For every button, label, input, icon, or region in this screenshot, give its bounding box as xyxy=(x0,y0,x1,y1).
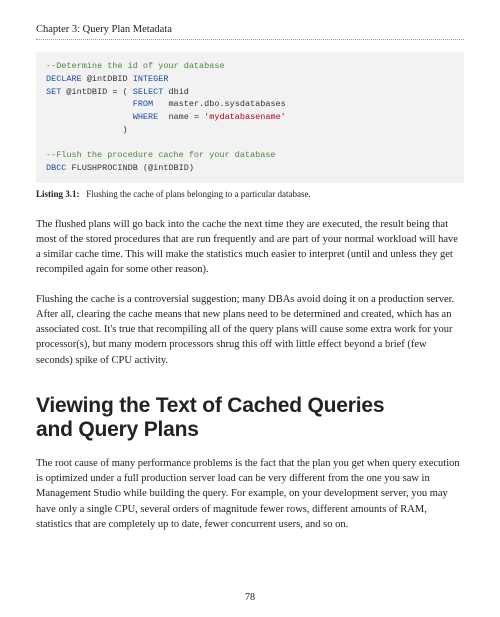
code-listing: --Determine the id of your database DECL… xyxy=(36,52,464,183)
code-keyword: DECLARE xyxy=(46,74,82,84)
code-keyword: FROM xyxy=(133,99,153,109)
code-paren: ( xyxy=(123,87,128,97)
code-var: @intDBID xyxy=(66,87,107,97)
listing-text: Flushing the cache of plans belonging to… xyxy=(86,189,310,199)
code-ident: dbid xyxy=(169,87,189,97)
chapter-header: Chapter 3: Query Plan Metadata xyxy=(36,24,464,40)
heading-line: Viewing the Text of Cached Queries xyxy=(36,394,384,417)
code-comment: --Determine the id of your database xyxy=(46,61,225,71)
code-keyword: SELECT xyxy=(133,87,164,97)
listing-caption: Listing 3.1: Flushing the cache of plans… xyxy=(36,189,464,199)
code-op: = xyxy=(112,87,117,97)
code-ident: FLUSHPROCINDB xyxy=(72,163,138,173)
code-keyword: DBCC xyxy=(46,163,66,173)
code-keyword: SET xyxy=(46,87,61,97)
body-paragraph: Flushing the cache is a controversial su… xyxy=(36,292,464,368)
code-var: @intDBID xyxy=(87,74,128,84)
heading-line: and Query Plans xyxy=(36,418,199,441)
code-paren: ) xyxy=(189,163,194,173)
code-op: = xyxy=(194,112,199,122)
listing-label: Listing 3.1: xyxy=(36,189,80,199)
body-paragraph: The flushed plans will go back into the … xyxy=(36,217,464,278)
page-number: 78 xyxy=(0,592,500,603)
code-string: 'mydatabasename' xyxy=(204,112,286,122)
code-var: @intDBID xyxy=(148,163,189,173)
code-ident: name xyxy=(168,112,188,122)
body-paragraph: The root cause of many performance probl… xyxy=(36,456,464,532)
code-paren: ) xyxy=(123,125,128,135)
code-keyword: INTEGER xyxy=(133,74,169,84)
code-keyword: WHERE xyxy=(133,112,159,122)
code-comment: --Flush the procedure cache for your dat… xyxy=(46,150,276,160)
section-heading: Viewing the Text of Cached Queries and Q… xyxy=(36,394,464,442)
code-ident: master.dbo.sysdatabases xyxy=(168,99,285,109)
